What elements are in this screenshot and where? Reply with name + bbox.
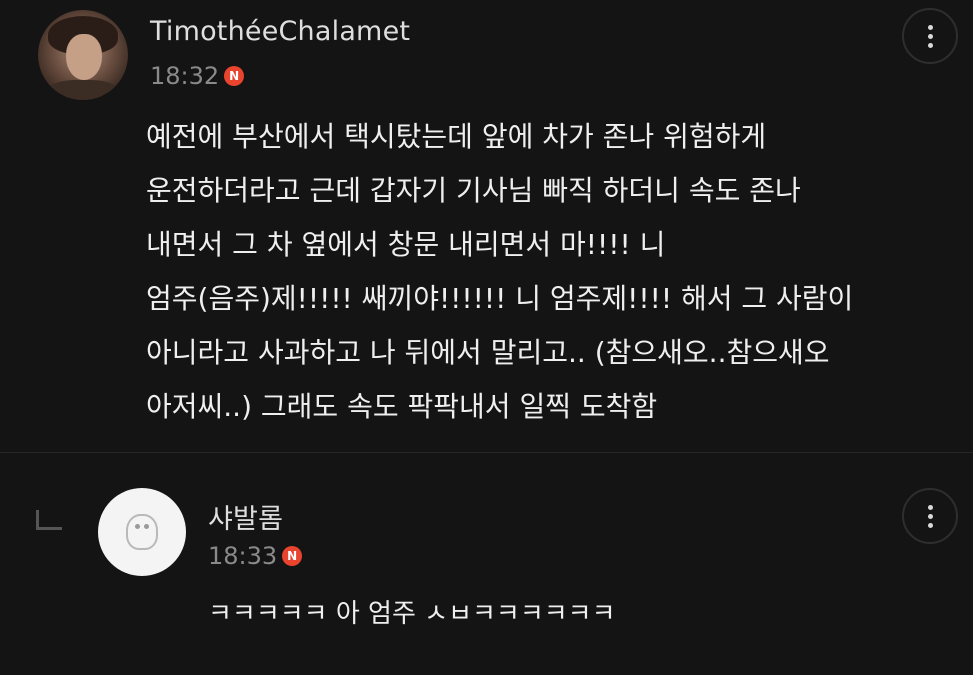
vertical-ellipsis-icon (927, 522, 933, 528)
vertical-ellipsis-icon (927, 513, 933, 519)
avatar-face (66, 34, 102, 80)
comment-timestamp: 18:32 N (150, 62, 245, 90)
more-options-button[interactable] (902, 8, 958, 64)
comment-time: 18:32 (150, 62, 220, 90)
reply-more-options-button[interactable] (902, 488, 958, 544)
vertical-ellipsis-icon (927, 42, 933, 48)
vertical-ellipsis-icon (927, 33, 933, 39)
reply-arrow-icon (36, 510, 62, 530)
user-avatar[interactable] (38, 10, 128, 100)
vertical-ellipsis-icon (927, 504, 933, 510)
reply-time: 18:33 (208, 542, 278, 570)
vertical-ellipsis-icon (927, 24, 933, 30)
comment-username[interactable]: TimothéeChalamet (150, 16, 410, 47)
comment-divider (0, 452, 973, 453)
new-badge-icon: N (224, 66, 245, 86)
reply-user-avatar[interactable] (98, 488, 186, 576)
mascot-icon (126, 514, 158, 550)
reply-username[interactable]: 샤발롬 (208, 497, 283, 536)
comment-body: 예전에 부산에서 택시탔는데 앞에 차가 존나 위험하게 운전하더라고 근데 갑… (146, 120, 854, 423)
reply-body: ㅋㅋㅋㅋㅋ 아 엄주 ㅅㅂㅋㅋㅋㅋㅋㅋ (208, 599, 616, 629)
reply-timestamp: 18:33 N (208, 542, 303, 570)
avatar-shoulder (46, 80, 120, 100)
new-badge-icon: N (282, 546, 303, 566)
